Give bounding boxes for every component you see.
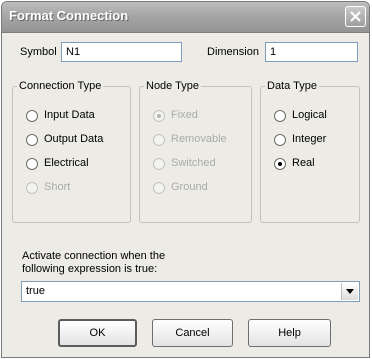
radio-button[interactable] — [26, 134, 38, 146]
radio-button — [153, 134, 165, 146]
close-icon — [350, 11, 361, 22]
radio-button[interactable] — [26, 110, 38, 122]
radio-button — [153, 158, 165, 170]
format-connection-dialog: Format Connection Symbol N1 Dimension 1 … — [1, 1, 370, 358]
radio-label: Input Data — [44, 109, 95, 121]
node-type-legend: Node Type — [146, 80, 200, 92]
radio-label: Removable — [171, 133, 227, 145]
title-bar: Format Connection — [2, 2, 369, 33]
radio-button[interactable] — [274, 134, 286, 146]
radio-button[interactable] — [274, 158, 286, 170]
close-button[interactable] — [345, 6, 366, 27]
dimension-label: Dimension — [207, 46, 259, 58]
help-button[interactable]: Help — [248, 319, 331, 347]
node-type-group: Node Type — [139, 80, 252, 223]
radio-button — [26, 182, 38, 194]
data-type-group: Data Type — [260, 80, 360, 223]
connection-type-legend: Connection Type — [19, 80, 102, 92]
radio-label: Fixed — [171, 109, 198, 121]
radio-button[interactable] — [26, 158, 38, 170]
dropdown-button[interactable] — [341, 283, 358, 300]
symbol-input[interactable]: N1 — [61, 42, 182, 62]
symbol-label: Symbol — [20, 46, 57, 58]
ok-button[interactable]: OK — [58, 319, 137, 347]
data-type-legend: Data Type — [267, 80, 317, 92]
chevron-down-icon — [346, 289, 354, 294]
radio-button — [153, 182, 165, 194]
radio-label: Electrical — [44, 157, 89, 169]
radio-button[interactable] — [274, 110, 286, 122]
window-title: Format Connection — [9, 8, 129, 23]
radio-label: Logical — [292, 109, 327, 121]
radio-label: Output Data — [44, 133, 104, 145]
radio-label: Integer — [292, 133, 327, 145]
cancel-button[interactable]: Cancel — [152, 319, 233, 347]
expression-combobox[interactable]: true — [21, 281, 360, 302]
radio-label: Short — [44, 181, 71, 193]
connection-type-group: Connection Type — [12, 80, 131, 223]
expression-label-line1: Activate connection when the — [22, 250, 166, 262]
expression-value: true — [26, 285, 45, 297]
radio-label: Ground — [171, 181, 208, 193]
radio-label: Real — [292, 157, 315, 169]
dimension-input[interactable]: 1 — [265, 42, 358, 62]
expression-label-line2: following expression is true: — [22, 263, 158, 275]
radio-button — [153, 110, 165, 122]
radio-label: Switched — [171, 157, 216, 169]
